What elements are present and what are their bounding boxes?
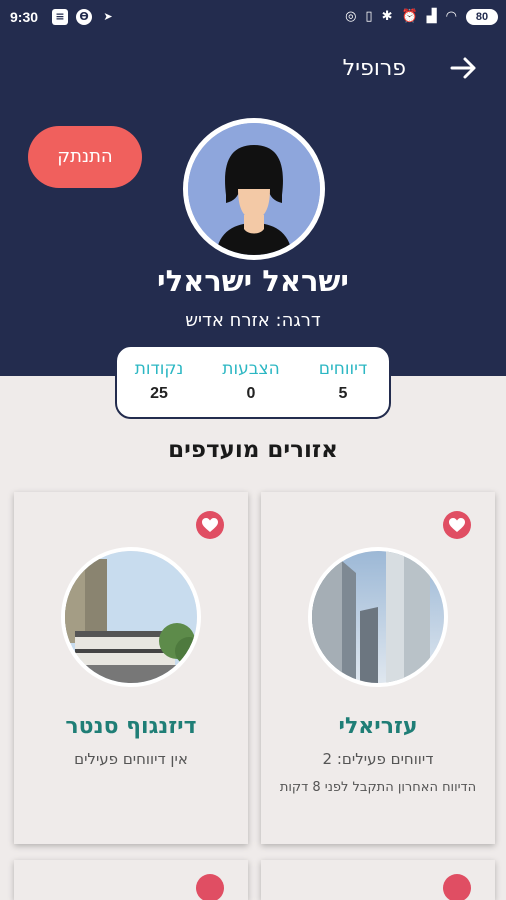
status-time: 9:30 — [10, 9, 39, 25]
area-last-report: הדיווח האחרון התקבל לפני 8 דקות — [279, 780, 477, 795]
message-icon: ≡ — [52, 9, 68, 25]
heart-icon[interactable] — [443, 511, 471, 539]
area-active-reports: אין דיווחים פעילים — [74, 750, 188, 768]
signal-icon: ▟ — [426, 9, 437, 24]
user-name: ישראל ישראלי — [157, 264, 349, 298]
area-image-azrieli — [308, 547, 448, 687]
status-bar: 9:30 ≡ ϴ ➤ ◎ ▯ ✱ ⏰ ▟ ◠ 80 — [0, 0, 506, 36]
notification-icons: ≡ ϴ ➤ — [52, 9, 116, 25]
stat-value: 5 — [338, 385, 348, 402]
stat-points: נקודות 25 — [113, 347, 205, 419]
stats-card: דיווחים 5 הצבעות 0 נקודות 25 — [115, 345, 391, 419]
telegram-icon: ➤ — [103, 10, 113, 23]
wifi-icon: ◠ — [445, 9, 457, 24]
area-card-partial[interactable] — [261, 860, 495, 900]
vibrate-icon: ▯ — [365, 9, 373, 24]
system-icons: ◎ ▯ ✱ ⏰ ▟ ◠ 80 — [345, 8, 498, 26]
area-active-reports: דיווחים פעילים: 2 — [322, 750, 434, 768]
stat-value: 0 — [246, 385, 256, 402]
stat-reports: דיווחים 5 — [297, 347, 389, 419]
stat-votes: הצבעות 0 — [205, 347, 297, 419]
avatar — [183, 118, 325, 260]
user-rank: דרגה: אזרח אדיש — [185, 310, 321, 331]
area-card-azrieli[interactable]: עזריאלי דיווחים פעילים: 2 הדיווח האחרון … — [261, 492, 495, 844]
stat-value: 25 — [150, 385, 168, 402]
battery-icon: 80 — [466, 9, 498, 25]
nfc-icon: ◎ — [345, 9, 357, 24]
favorites-title: אזורים מועדפים — [168, 437, 338, 463]
area-name: עזריאלי — [338, 714, 418, 739]
user-silhouette-icon — [188, 123, 320, 255]
heart-icon[interactable] — [196, 511, 224, 539]
area-card-dizengoff[interactable]: דיזנגוף סנטר אין דיווחים פעילים — [14, 492, 248, 844]
heart-icon[interactable] — [443, 874, 471, 900]
logout-button[interactable]: התנתק — [28, 126, 142, 188]
stat-label: נקודות — [134, 359, 184, 379]
stat-label: דיווחים — [318, 359, 368, 379]
area-name: דיזנגוף סנטר — [65, 714, 197, 739]
heart-icon[interactable] — [196, 874, 224, 900]
bluetooth-off-icon: ✱ — [381, 9, 393, 24]
area-card-partial[interactable] — [14, 860, 248, 900]
page-title: פרופיל — [342, 56, 406, 81]
arrow-right-icon[interactable] — [446, 50, 482, 86]
area-image-dizengoff — [61, 547, 201, 687]
alarm-icon: ⏰ — [401, 9, 418, 24]
app-notification-icon: ϴ — [76, 9, 92, 25]
stat-label: הצבעות — [222, 359, 280, 379]
profile-header: פרופיל התנתק ישראל ישראלי דרגה: אזרח אדי… — [0, 36, 506, 376]
